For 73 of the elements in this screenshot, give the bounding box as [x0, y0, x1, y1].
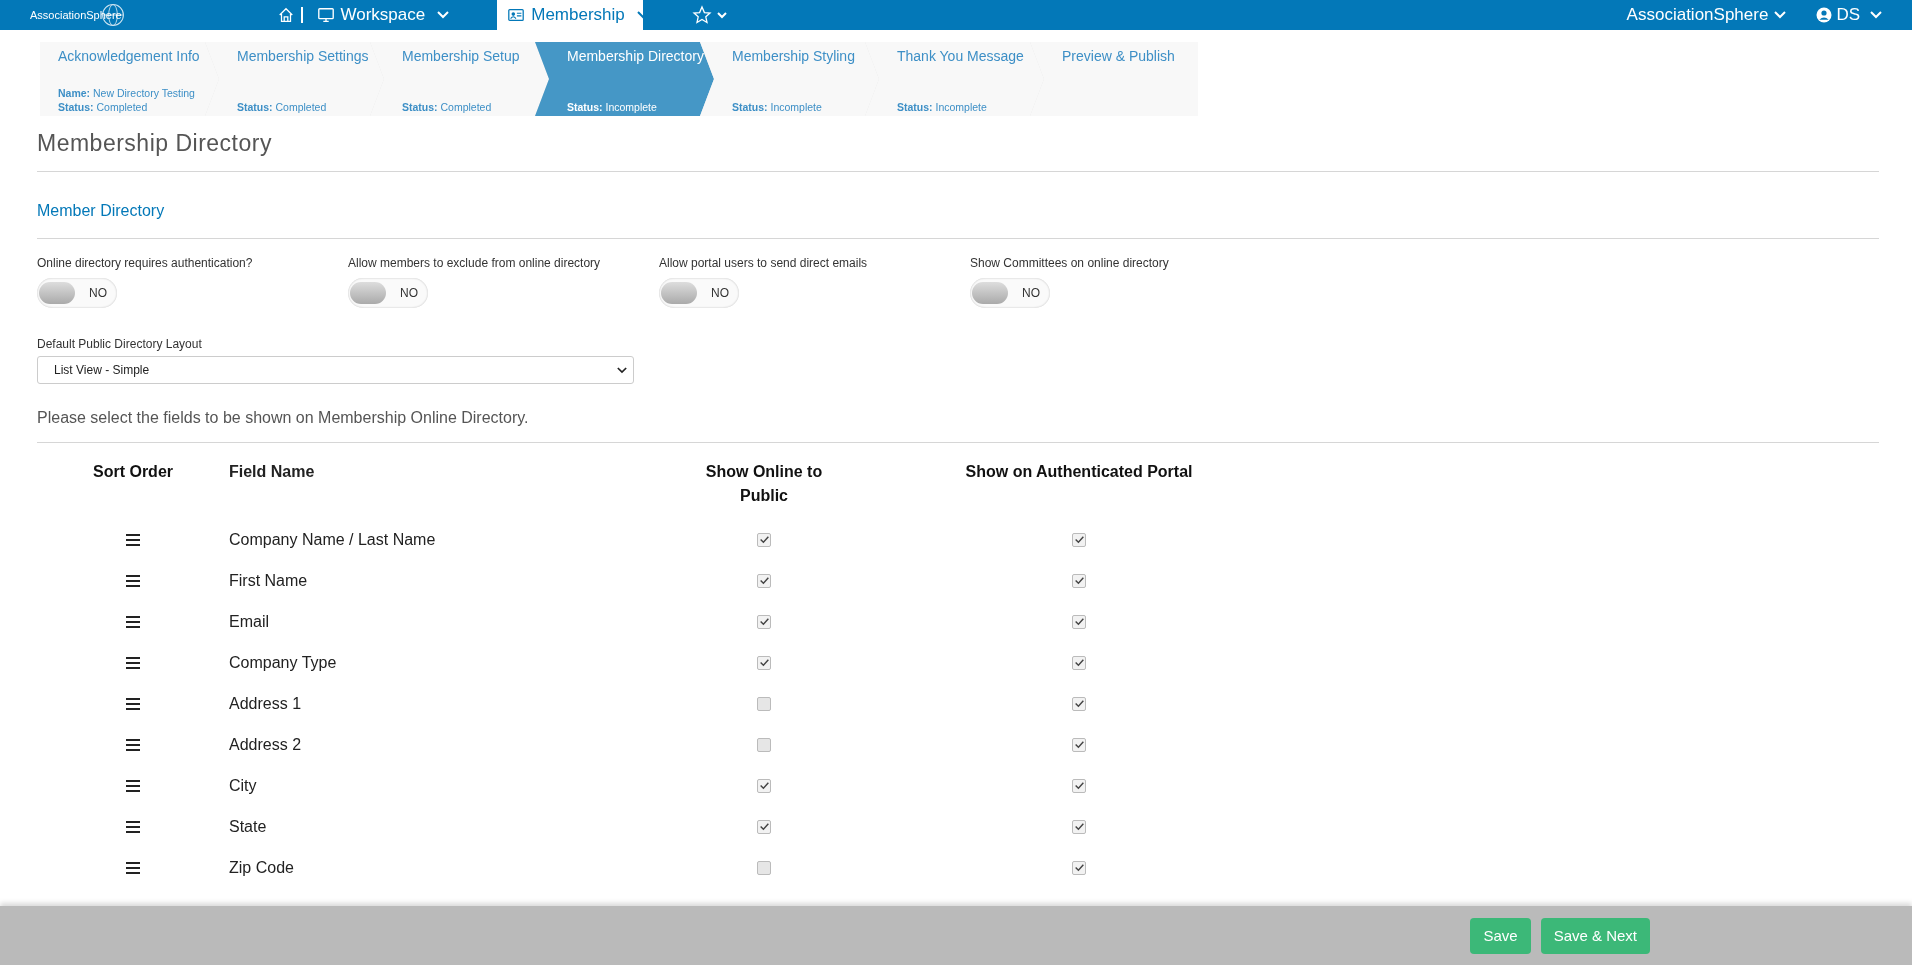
field-label: Default Public Directory Layout [37, 337, 203, 351]
wizard-step[interactable]: Thank You Message Status: Incomplete [865, 42, 1044, 116]
wizard-step[interactable]: Acknowledgement Info Name: New Directory Testing Status: Completed [40, 42, 219, 116]
home-icon[interactable] [277, 6, 295, 24]
chevron-down-icon [617, 366, 627, 374]
toggle-switch[interactable]: NO [37, 278, 117, 308]
checkbox[interactable] [757, 696, 771, 711]
checkbox[interactable] [1072, 778, 1086, 793]
wizard-step[interactable]: Preview & Publish [1030, 42, 1198, 116]
page-title: Membership Directory [37, 130, 273, 157]
save-button[interactable]: Save [1470, 917, 1531, 954]
column-header: Sort Order [92, 463, 174, 481]
checkbox[interactable] [1072, 696, 1086, 711]
drag-handle-icon[interactable] [126, 779, 140, 792]
field-name: Company Name / Last Name [229, 530, 437, 549]
drag-handle-icon[interactable] [126, 533, 140, 546]
monitor-icon [316, 6, 335, 24]
checkbox[interactable] [757, 819, 771, 834]
checkbox[interactable] [757, 778, 771, 793]
column-header: Show on Authenticated Portal [964, 463, 1194, 481]
checkbox[interactable] [1072, 573, 1086, 588]
toggle-label: Show Committees on online directory [970, 256, 1170, 270]
id-card-icon [507, 6, 526, 24]
field-name: Zip Code [229, 858, 295, 877]
save-next-button[interactable]: Save & Next [1540, 917, 1650, 954]
field-name: Email [229, 612, 270, 631]
chevron-down-icon [1870, 11, 1882, 19]
wizard-step[interactable]: Membership Directory Status: Incomplete [535, 42, 714, 116]
checkbox[interactable] [757, 532, 771, 547]
checkbox[interactable] [1072, 737, 1086, 752]
chevron-down-icon [437, 11, 450, 19]
checkbox[interactable] [757, 614, 771, 629]
checkbox[interactable] [1072, 614, 1086, 629]
user-menu[interactable]: DS [1816, 5, 1882, 25]
checkbox[interactable] [1072, 655, 1086, 670]
checkbox[interactable] [757, 573, 771, 588]
toggle-switch[interactable]: NO [659, 278, 739, 308]
layout-select[interactable]: List View - Simple [37, 356, 634, 384]
instructions-text: Please select the fields to be shown on Membership Online Directory. [37, 409, 530, 427]
checkbox[interactable] [757, 655, 771, 670]
checkbox[interactable] [1072, 532, 1086, 547]
column-header: Field Name [229, 463, 316, 481]
drag-handle-icon[interactable] [126, 574, 140, 587]
toggle-label: Allow portal users to send direct emails [659, 256, 869, 270]
field-name: State [229, 817, 268, 836]
drag-handle-icon[interactable] [126, 615, 140, 628]
toggle-switch[interactable]: NO [970, 278, 1050, 308]
chevron-down-icon [1774, 11, 1787, 19]
drag-handle-icon[interactable] [126, 861, 140, 874]
checkbox[interactable] [1072, 860, 1086, 875]
checkbox[interactable] [1072, 819, 1086, 834]
field-name: Company Type [229, 653, 338, 672]
checkbox[interactable] [757, 737, 771, 752]
checkbox[interactable] [757, 860, 771, 875]
toggle-label: Online directory requires authentication? [37, 256, 254, 270]
organization-menu[interactable]: AssociationSphere [1626, 5, 1787, 25]
nav-tab[interactable]: Workspace [316, 0, 462, 30]
drag-handle-icon[interactable] [126, 656, 140, 669]
field-name: Address 2 [229, 735, 303, 754]
drag-handle-icon[interactable] [126, 697, 140, 710]
field-name: First Name [229, 571, 309, 590]
column-header: Show Online to Public [704, 462, 824, 506]
field-name: Address 1 [229, 694, 303, 713]
logo[interactable]: AssociationSphere [30, 2, 180, 28]
wizard-step[interactable]: Membership Settings Status: Completed [205, 42, 384, 116]
drag-handle-icon[interactable] [126, 820, 140, 833]
toggle-label: Allow members to exclude from online directory [348, 256, 602, 270]
user-avatar-icon [1816, 7, 1833, 23]
toggle-switch[interactable]: NO [348, 278, 428, 308]
field-name: City [229, 776, 258, 795]
wizard-step[interactable]: Membership Setup Status: Completed [370, 42, 549, 116]
section-title: Member Directory [37, 201, 166, 221]
drag-handle-icon[interactable] [126, 738, 140, 751]
